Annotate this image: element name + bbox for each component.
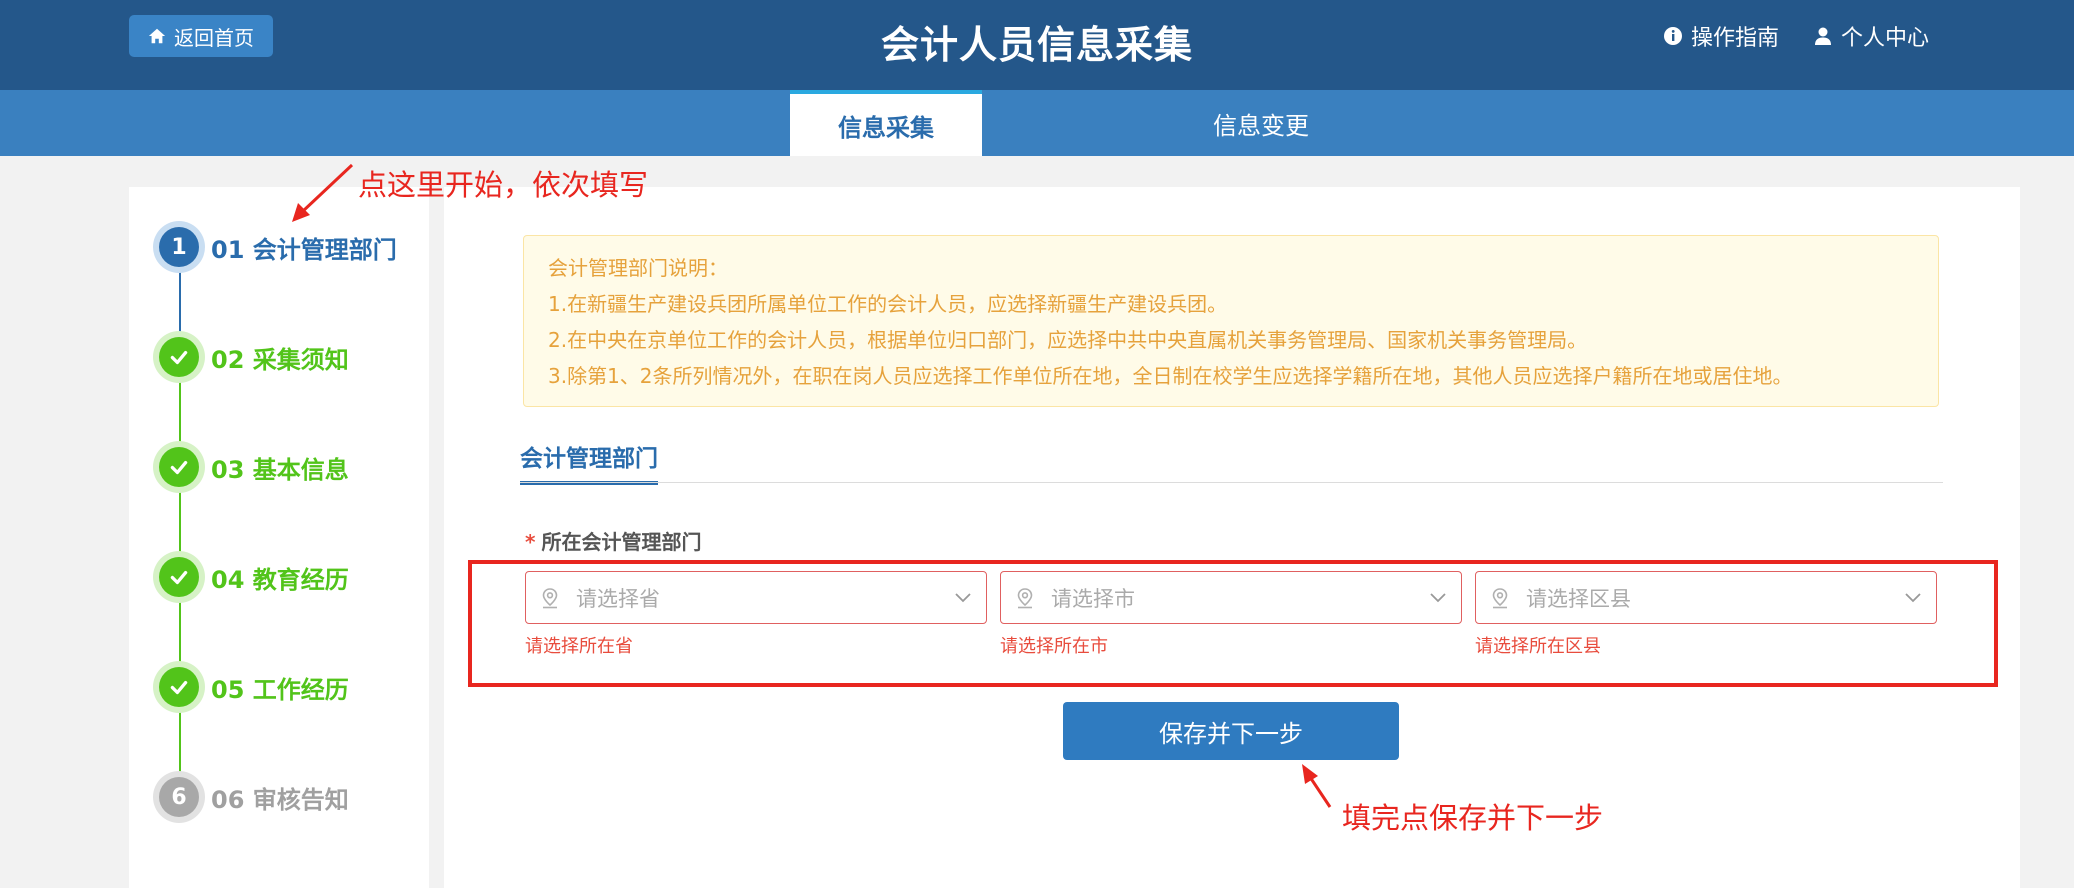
user-icon [1814, 27, 1831, 45]
required-mark: * [525, 530, 536, 554]
notice-item: 3.除第1、2条所列情况外，在职在岗人员应选择工作单位所在地，全日制在校学生应选… [548, 364, 1793, 388]
field-label-text: 所在会计管理部门 [541, 530, 702, 554]
step-connector [179, 379, 181, 449]
step-label: 01 会计管理部门 [211, 235, 397, 264]
step-connector [179, 269, 181, 339]
check-icon [159, 557, 199, 597]
info-icon [1663, 27, 1682, 45]
step-collection-notice[interactable]: 02 采集须知 [159, 337, 349, 377]
step-label: 04 教育经历 [211, 565, 349, 594]
step-number: 6 [159, 777, 199, 817]
section-title: 会计管理部门 [520, 439, 658, 485]
guide-link[interactable]: 操作指南 [1663, 20, 1779, 52]
highlight-box [468, 560, 1998, 687]
steps-panel: 1 01 会计管理部门 02 采集须知 03 基本信息 04 教育经历 05 工… [129, 187, 429, 888]
start-hint-annotation: 点这里开始，依次填写 [358, 168, 649, 202]
section-divider [520, 482, 1943, 483]
top-header: 返回首页 会计人员信息采集 操作指南 个人中心 [0, 0, 2074, 90]
step-accounting-dept[interactable]: 1 01 会计管理部门 [159, 227, 397, 267]
header-links: 操作指南 个人中心 [1663, 20, 1929, 52]
field-label: * 所在会计管理部门 [525, 526, 701, 555]
notice-item: 2.在中央在京单位工作的会计人员，根据单位归口部门，应选择中共中央直属机关事务管… [548, 328, 1588, 352]
main-panel: 会计管理部门说明： 1.在新疆生产建设兵团所属单位工作的会计人员，应选择新疆生产… [444, 187, 2020, 888]
step-review-notice[interactable]: 6 06 审核告知 [159, 777, 349, 817]
check-icon [159, 667, 199, 707]
notice-item: 1.在新疆生产建设兵团所属单位工作的会计人员，应选择新疆生产建设兵团。 [548, 292, 1228, 316]
tab-bar: 信息采集 信息变更 [0, 90, 2074, 156]
step-connector [179, 709, 181, 779]
save-next-button[interactable]: 保存并下一步 [1063, 702, 1399, 760]
step-education[interactable]: 04 教育经历 [159, 557, 349, 597]
save-hint-annotation: 填完点保存并下一步 [1342, 801, 1604, 835]
guide-link-label: 操作指南 [1690, 26, 1779, 51]
step-label: 03 基本信息 [211, 455, 349, 484]
step-label: 06 审核告知 [211, 785, 349, 814]
step-label: 02 采集须知 [211, 345, 349, 374]
step-label: 05 工作经历 [211, 675, 349, 704]
notice-heading: 会计管理部门说明： [548, 256, 728, 280]
step-work-history[interactable]: 05 工作经历 [159, 667, 349, 707]
profile-link[interactable]: 个人中心 [1813, 20, 1929, 52]
step-basic-info[interactable]: 03 基本信息 [159, 447, 349, 487]
notice-box: 会计管理部门说明： 1.在新疆生产建设兵团所属单位工作的会计人员，应选择新疆生产… [523, 235, 1939, 407]
check-icon [159, 337, 199, 377]
tab-info-collect[interactable]: 信息采集 [790, 90, 982, 156]
step-connector [179, 599, 181, 669]
tab-info-change[interactable]: 信息变更 [1163, 90, 1359, 156]
step-number: 1 [159, 227, 199, 267]
step-connector [179, 489, 181, 559]
profile-link-label: 个人中心 [1840, 26, 1929, 51]
check-icon [159, 447, 199, 487]
